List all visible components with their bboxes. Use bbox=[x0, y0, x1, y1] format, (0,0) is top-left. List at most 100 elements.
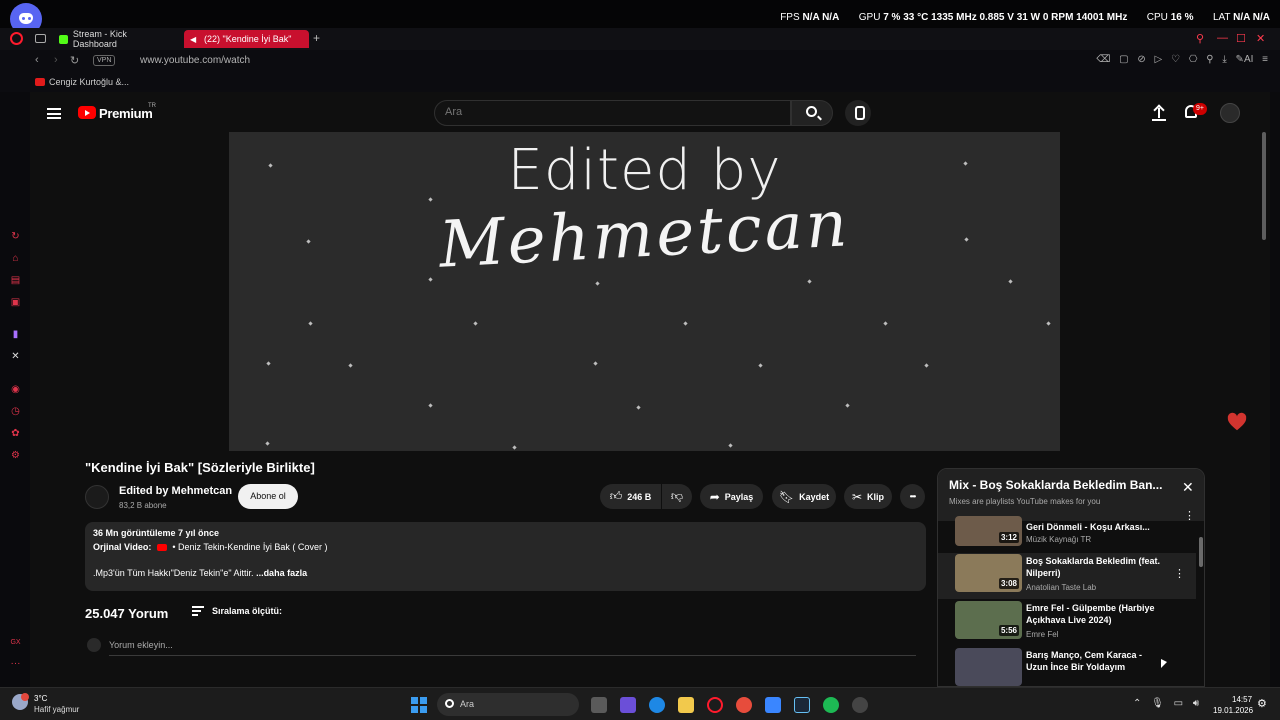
history-icon[interactable]: ◷ bbox=[10, 406, 21, 417]
settings-icon[interactable]: ⚙ bbox=[10, 450, 21, 461]
show-more-link[interactable]: ...daha fazla bbox=[256, 568, 307, 578]
clip-button[interactable]: ✂ Klip bbox=[844, 484, 892, 509]
tab-kick-dashboard[interactable]: Stream - Kick Dashboard bbox=[53, 29, 178, 49]
app-icon[interactable] bbox=[852, 697, 868, 713]
create-icon[interactable] bbox=[1152, 105, 1166, 121]
page-scrollbar[interactable] bbox=[1262, 132, 1266, 240]
taskbar-search[interactable]: Ara bbox=[437, 693, 579, 716]
weather-description[interactable]: Hafif yağmur bbox=[34, 705, 79, 714]
store-icon[interactable] bbox=[765, 697, 781, 713]
search-input[interactable] bbox=[445, 106, 745, 118]
steam-icon[interactable] bbox=[794, 697, 810, 713]
bookmark-item[interactable]: Cengiz Kurtoğlu &... bbox=[35, 77, 129, 87]
thumbs-down-icon: 👎︎ bbox=[670, 489, 684, 503]
sort-button[interactable]: Sıralama ölçütü: bbox=[212, 606, 282, 616]
clock-date[interactable]: 19.01.2026 bbox=[1213, 706, 1253, 715]
speaker-icon: ◀ bbox=[190, 34, 197, 44]
video-thumbnail: 3:08 bbox=[955, 554, 1022, 592]
original-video-line: Orjinal Video: • Deniz Tekin-Kendine İyi… bbox=[93, 542, 328, 552]
tab-label: Stream - Kick Dashboard bbox=[72, 29, 127, 49]
search-button[interactable] bbox=[791, 100, 833, 126]
weather-temperature[interactable]: 3°C bbox=[34, 694, 47, 703]
list-item[interactable]: 3:08 Boş Sokaklarda Bekledim (feat. Nilp… bbox=[938, 553, 1196, 599]
tab-youtube[interactable]: ◀ (22) "Kendine İyi Bak" bbox=[184, 30, 309, 48]
more-vert-icon[interactable]: ⋮ bbox=[1184, 509, 1195, 522]
star-dot bbox=[924, 363, 929, 368]
mix-title[interactable]: Mix - Boş Sokaklarda Bekledim Ban... bbox=[949, 478, 1162, 492]
thumbs-up-icon: 👍︎ bbox=[609, 489, 623, 503]
mix-subtitle: Mixes are playlists YouTube makes for yo… bbox=[949, 497, 1101, 506]
player-icon[interactable]: ◉ bbox=[10, 384, 21, 395]
chrome-icon[interactable] bbox=[736, 697, 752, 713]
subscribe-button[interactable]: Abone ol bbox=[238, 484, 298, 509]
reload-icon[interactable]: ↻ bbox=[70, 54, 79, 67]
url-field[interactable]: www.youtube.com/watch bbox=[140, 55, 250, 66]
chat-icon[interactable]: ▤ bbox=[10, 275, 21, 286]
file-explorer-icon[interactable] bbox=[678, 697, 694, 713]
more-icon[interactable]: ··· bbox=[10, 658, 21, 669]
extensions-icon[interactable]: ✿ bbox=[10, 428, 21, 439]
channel-subscribers: 83,2 B abone bbox=[119, 501, 167, 510]
workspaces-icon[interactable] bbox=[35, 34, 46, 43]
avatar[interactable] bbox=[1220, 103, 1240, 123]
kick-icon bbox=[59, 34, 68, 44]
region-code: TR bbox=[148, 103, 156, 109]
dislike-button[interactable]: 👎︎ bbox=[662, 484, 692, 509]
save-button[interactable]: 🔖︎ Kaydet bbox=[772, 484, 836, 509]
close-window-button[interactable]: ✕ bbox=[1256, 32, 1265, 45]
add-comment-input[interactable]: Yorum ekleyin... bbox=[109, 640, 173, 650]
search-tabs-icon[interactable]: ⚲ bbox=[1196, 32, 1204, 45]
video-player[interactable]: Edited by Mehmetcan bbox=[229, 132, 1060, 451]
channel-name[interactable]: Edited by Mehmetcan bbox=[119, 485, 232, 497]
clock-time[interactable]: 14:57 bbox=[1232, 695, 1252, 704]
voice-search-button[interactable] bbox=[845, 100, 871, 126]
messenger-icon[interactable]: ▣ bbox=[10, 297, 21, 308]
youtube-premium-logo[interactable]: Premium bbox=[99, 106, 153, 121]
x-icon[interactable]: ✕ bbox=[10, 351, 21, 362]
share-button[interactable]: ➦ Paylaş bbox=[700, 484, 763, 509]
heart-icon[interactable] bbox=[1226, 411, 1248, 433]
opera-gx-icon[interactable] bbox=[10, 32, 23, 45]
forward-icon[interactable]: › bbox=[54, 54, 58, 66]
opera-gx-icon[interactable] bbox=[707, 697, 723, 713]
task-view-icon[interactable] bbox=[591, 697, 607, 713]
extension-icons[interactable]: ⌫ ▢ ⊘ ▷ ♡ ⎔ ⚲ ⤓ ✎AI ≡ bbox=[1096, 54, 1268, 65]
speed-dial-icon[interactable]: ↻ bbox=[10, 231, 21, 242]
minimize-button[interactable]: — bbox=[1217, 32, 1228, 44]
more-actions-button[interactable]: ••• bbox=[900, 484, 925, 509]
original-video-link[interactable]: • Deniz Tekin-Kendine İyi Bak ( Cover ) bbox=[172, 542, 327, 552]
menu-icon[interactable] bbox=[47, 108, 61, 119]
list-item[interactable]: 3:12 Geri Dönmeli - Koşu Arkası... Müzik… bbox=[938, 516, 1196, 554]
mix-scrollbar[interactable] bbox=[1199, 537, 1203, 567]
browser-sidebar: ↻ ⌂ ▤ ▣ ▮ ✕ ◉ ◷ ✿ ⚙ GX ··· bbox=[0, 92, 30, 687]
video-thumbnail: 5:56 bbox=[955, 601, 1022, 639]
channel-avatar[interactable] bbox=[85, 485, 109, 509]
list-item[interactable]: Barış Manço, Cem Karaca - Uzun İnce Bir … bbox=[938, 647, 1196, 686]
twitch-icon[interactable]: ▮ bbox=[10, 329, 21, 340]
vpn-badge[interactable]: VPN bbox=[93, 55, 116, 66]
description-box[interactable]: 36 Mn görüntüleme 7 yıl önce Orjinal Vid… bbox=[85, 522, 926, 591]
edge-icon[interactable] bbox=[649, 697, 665, 713]
system-tray-icons[interactable]: ⌃ 🎙︎ ▭ 🔊︎ bbox=[1133, 698, 1199, 709]
gx-icon[interactable]: GX bbox=[10, 637, 21, 648]
like-button[interactable]: 👍︎ 246 B bbox=[600, 484, 661, 509]
close-icon[interactable]: ✕ bbox=[1182, 479, 1194, 496]
spotify-icon[interactable] bbox=[823, 697, 839, 713]
youtube-logo-icon[interactable] bbox=[78, 106, 96, 119]
maximize-button[interactable]: ☐ bbox=[1236, 32, 1246, 45]
notification-badge: 9+ bbox=[1193, 103, 1207, 115]
bag-icon[interactable]: ⌂ bbox=[10, 253, 21, 264]
new-tab-button[interactable]: + bbox=[313, 31, 320, 45]
mix-playlist-panel: Mix - Boş Sokaklarda Bekledim Ban... Mix… bbox=[937, 468, 1205, 687]
notifications-icon[interactable]: ⚙ bbox=[1257, 697, 1267, 710]
windows-taskbar: 3°C Hafif yağmur Ara ⌃ 🎙︎ ▭ 🔊︎ 14:57 19.… bbox=[0, 687, 1280, 720]
star-dot bbox=[512, 445, 517, 450]
list-item[interactable]: 5:56 Emre Fel - Gülpembe (Harbiye Açıkha… bbox=[938, 600, 1196, 646]
windows-start-icon[interactable] bbox=[411, 697, 427, 713]
more-vert-icon[interactable]: ⋮ bbox=[1174, 567, 1185, 580]
star-dot bbox=[728, 443, 733, 448]
sort-icon[interactable] bbox=[192, 606, 204, 616]
widgets-icon[interactable] bbox=[620, 697, 636, 713]
back-icon[interactable]: ‹ bbox=[35, 54, 39, 66]
star-dot bbox=[308, 321, 313, 326]
